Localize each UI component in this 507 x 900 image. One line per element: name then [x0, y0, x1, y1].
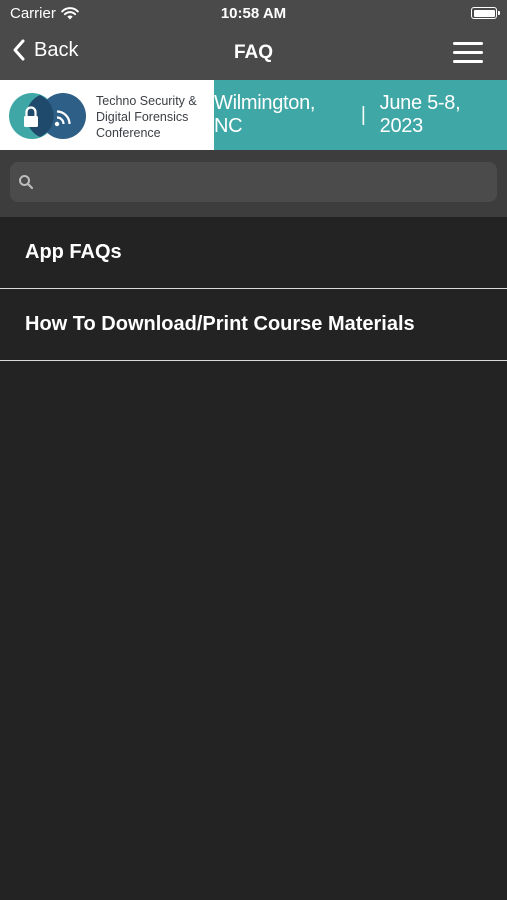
conference-name-line: Techno Security & — [96, 94, 197, 108]
faq-item-label: App FAQs — [25, 241, 122, 263]
search-field[interactable] — [10, 162, 497, 204]
conference-details: Wilmington, NC | June 5-8, 2023 — [214, 80, 507, 150]
search-bar-container — [0, 150, 507, 217]
search-input[interactable] — [44, 162, 489, 204]
hamburger-menu-button[interactable] — [453, 40, 485, 66]
faq-item-download-course-materials[interactable]: How To Download/Print Course Materials — [0, 289, 507, 361]
conference-location: Wilmington, NC — [214, 92, 316, 137]
faq-item-label: How To Download/Print Course Materials — [25, 313, 415, 335]
status-bar: Carrier 10:58 AM — [0, 0, 507, 28]
conference-name-line: Digital Forensics — [96, 110, 189, 124]
conference-name: Techno Security & Digital Forensics Conf… — [96, 93, 197, 141]
menu-line — [453, 51, 483, 54]
status-time: 10:58 AM — [220, 5, 287, 22]
faq-list: App FAQs How To Download/Print Course Ma… — [0, 217, 507, 361]
conference-name-line: Conference — [96, 126, 161, 140]
conference-logo-panel: Techno Security & Digital Forensics Conf… — [0, 80, 214, 150]
faq-item-app-faqs[interactable]: App FAQs — [0, 217, 507, 289]
conference-dates: June 5-8, 2023 — [379, 92, 461, 137]
menu-line — [453, 42, 483, 45]
menu-line — [453, 60, 483, 63]
navigation-bar: Back FAQ — [0, 28, 507, 80]
banner-separator: | — [360, 103, 366, 126]
conference-banner: Techno Security & Digital Forensics Conf… — [0, 80, 507, 150]
battery-icon — [471, 7, 500, 19]
conference-logo-icon — [9, 93, 86, 139]
page-title: FAQ — [233, 42, 274, 63]
search-icon — [19, 175, 34, 190]
